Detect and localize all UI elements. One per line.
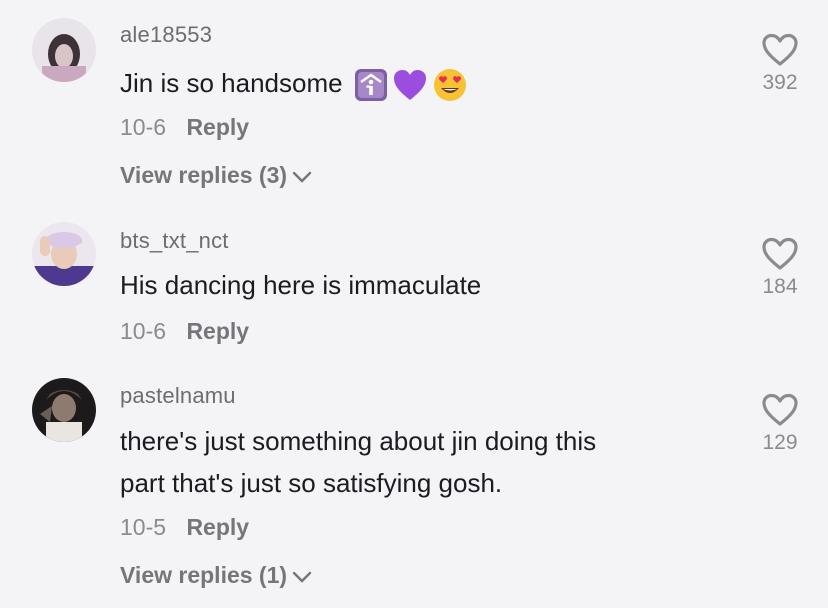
comment-username[interactable]: bts_txt_nct [120,228,229,254]
heart-outline-icon [762,393,798,426]
comment-meta: 10-6 Reply [120,114,249,141]
reply-button[interactable]: Reply [186,114,249,140]
reply-button[interactable]: Reply [186,318,249,344]
like-count: 129 [762,431,798,454]
purple-heart-icon [392,68,428,102]
like-button[interactable]: 129 [752,393,808,455]
comment-date: 10-6 [120,318,167,344]
heart-eyes-icon [432,67,468,103]
heart-outline-icon [762,237,798,270]
like-count: 392 [762,71,798,94]
person-info-icon [354,68,388,102]
chevron-down-icon [291,563,313,590]
avatar-image [32,18,96,82]
view-replies-label: View replies (1) [120,562,288,588]
comment-text-content: His dancing here is immaculate [120,270,482,300]
comment-username[interactable]: pastelnamu [120,383,236,409]
comment-date: 10-5 [120,514,167,540]
like-button[interactable]: 184 [752,237,808,299]
comment-username[interactable]: ale18553 [120,22,212,48]
view-replies-label: View replies (3) [120,162,288,188]
reply-button[interactable]: Reply [186,514,249,540]
avatar[interactable] [32,222,96,286]
comment-text-content: Jin is so handsome [120,68,343,98]
comment-date: 10-6 [120,114,167,140]
view-replies-button[interactable]: View replies (3) [120,162,313,190]
comment-text: there's just something about jin doing t… [120,420,720,504]
like-button[interactable]: 392 [752,33,808,95]
comment-text: Jin is so handsome [120,62,720,104]
avatar[interactable] [32,378,96,442]
chevron-down-icon [291,163,313,190]
comment-text-line: part that's just so satisfying gosh. [120,468,503,498]
like-count: 184 [762,275,798,298]
comment-meta: 10-5 Reply [120,514,249,541]
view-replies-button[interactable]: View replies (1) [120,562,313,590]
avatar-image [32,378,96,442]
comment-meta: 10-6 Reply [120,318,249,345]
comment-text: His dancing here is immaculate [120,264,720,306]
heart-outline-icon [762,33,798,66]
avatar-image [32,222,96,286]
comment-text-line: there's just something about jin doing t… [120,426,597,456]
avatar[interactable] [32,18,96,82]
